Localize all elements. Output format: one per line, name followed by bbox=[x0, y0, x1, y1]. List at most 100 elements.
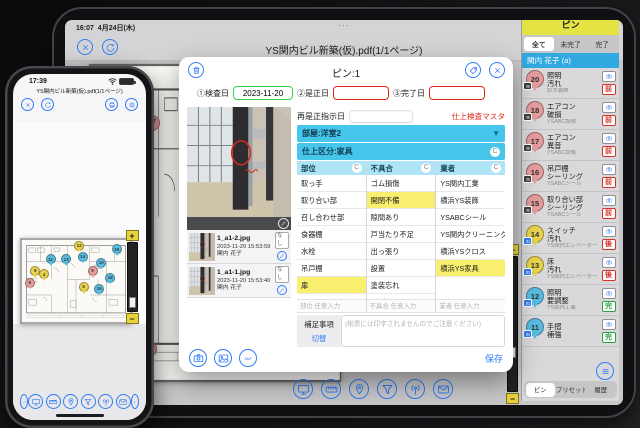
zoom-out-button[interactable]: − bbox=[126, 313, 139, 324]
pin-list-item[interactable]: 16吊戸棚シーリングYSABCシール前 bbox=[522, 161, 619, 192]
free-text-input[interactable] bbox=[367, 299, 436, 312]
option-item[interactable]: 隙間あり bbox=[367, 209, 436, 226]
modal-close-button[interactable] bbox=[489, 62, 505, 78]
option-item[interactable]: YS関内クリーニング bbox=[436, 226, 505, 243]
tab-complete[interactable]: 完了 bbox=[587, 37, 617, 51]
beacon-button[interactable] bbox=[405, 379, 425, 399]
camera-badge[interactable] bbox=[602, 71, 616, 82]
save-button[interactable]: 保存 bbox=[485, 352, 503, 365]
map-pin-10[interactable]: 10 bbox=[96, 258, 106, 268]
pin-list-item[interactable]: 11手摺補強完 bbox=[522, 316, 619, 347]
zoom-track[interactable] bbox=[127, 242, 138, 312]
option-item[interactable]: 塗装忘れ bbox=[367, 277, 436, 294]
photo-library-button[interactable] bbox=[214, 349, 232, 367]
clear-icon[interactable]: C bbox=[421, 163, 431, 173]
pdf-canvas[interactable]: 121811131410594815616 + − bbox=[13, 122, 146, 420]
tab-incomplete[interactable]: 未完了 bbox=[556, 37, 586, 51]
clear-icon[interactable]: C bbox=[490, 147, 500, 157]
measure-button[interactable] bbox=[321, 379, 341, 399]
option-item[interactable]: 召し合わせ部 bbox=[297, 209, 366, 226]
beacon-button[interactable] bbox=[98, 394, 113, 409]
room-select-bar[interactable]: 部屋:洋室2 ▼ bbox=[297, 125, 505, 142]
camera-badge[interactable] bbox=[602, 319, 616, 330]
option-item[interactable]: 取っ手 bbox=[297, 175, 366, 192]
option-item[interactable]: 戸当たり不足 bbox=[367, 226, 436, 243]
monitor-button[interactable] bbox=[28, 394, 43, 409]
camera-badge[interactable] bbox=[602, 226, 616, 237]
edit-photo-button[interactable] bbox=[277, 251, 287, 261]
close-button[interactable] bbox=[21, 98, 34, 111]
zoom-out-button[interactable]: − bbox=[506, 393, 519, 404]
map-pin-16[interactable]: 16 bbox=[94, 284, 104, 294]
camera-badge[interactable] bbox=[602, 133, 616, 144]
photo-list-item[interactable]: 1_a1-2.jpg2023-11-20 15:53:59関内 花子なし bbox=[187, 230, 291, 264]
category-select-bar[interactable]: 仕上区分:家具 C bbox=[297, 143, 505, 160]
inspection-date-input[interactable] bbox=[233, 86, 293, 100]
completion-date-input[interactable] bbox=[429, 86, 485, 100]
pin-list-item[interactable]: 12照明要調整YS関内工業完 bbox=[522, 285, 619, 316]
map-pin-15[interactable]: 15 bbox=[105, 273, 115, 283]
annotate-photo-button[interactable] bbox=[278, 218, 289, 229]
camera-badge[interactable] bbox=[602, 288, 616, 299]
floor-plan[interactable]: 121811131410594815616 bbox=[20, 238, 132, 324]
pin-list-item[interactable]: 18エアコン破損YSABC設備前 bbox=[522, 99, 619, 130]
tab-pin[interactable]: ピン bbox=[526, 383, 555, 397]
tag-button[interactable] bbox=[465, 62, 481, 78]
map-pin-5[interactable]: 5 bbox=[88, 266, 98, 276]
note-textarea[interactable] bbox=[341, 315, 505, 347]
mail-button[interactable] bbox=[433, 379, 453, 399]
recorrection-date-input[interactable] bbox=[349, 110, 413, 123]
tab-history[interactable]: 履歴 bbox=[586, 383, 615, 397]
pin-list-item[interactable]: 13床汚れYS関内エレベーター後 bbox=[522, 254, 619, 285]
option-item[interactable]: 出っ張り bbox=[367, 243, 436, 260]
finish-inspection-master-link[interactable]: 仕上検査マスタ bbox=[452, 111, 505, 122]
option-item[interactable]: 吊戸棚 bbox=[297, 260, 366, 277]
pin-list-menu-button[interactable] bbox=[596, 362, 614, 380]
pin-list-item[interactable]: 15取り合い部シーリングYSABCシール前 bbox=[522, 192, 619, 223]
pin-list-item[interactable]: 14スイッチ汚れYS関内エレベーター後 bbox=[522, 223, 619, 254]
home-indicator[interactable] bbox=[56, 414, 104, 418]
camera-badge[interactable] bbox=[602, 164, 616, 175]
option-item[interactable]: 横浜YS装飾 bbox=[436, 192, 505, 209]
measure-button[interactable] bbox=[46, 394, 61, 409]
settings-button[interactable] bbox=[125, 98, 138, 111]
tab-preset[interactable]: プリセット bbox=[556, 383, 585, 397]
monitor-button[interactable] bbox=[293, 379, 313, 399]
option-item[interactable]: ゴム損傷 bbox=[367, 175, 436, 192]
funnel-button[interactable] bbox=[81, 394, 96, 409]
pin-button[interactable] bbox=[63, 394, 78, 409]
note-toggle-button[interactable]: 切替 bbox=[312, 333, 327, 344]
panorama-360-button[interactable]: 360° bbox=[239, 349, 257, 367]
zoom-slider[interactable]: + − bbox=[125, 230, 139, 324]
option-item[interactable]: 設置 bbox=[367, 260, 436, 277]
mail-button[interactable] bbox=[116, 394, 131, 409]
zoom-thumb[interactable] bbox=[129, 297, 136, 308]
option-item[interactable]: 水栓 bbox=[297, 243, 366, 260]
map-pin-8[interactable]: 8 bbox=[25, 278, 35, 288]
zoom-in-button[interactable]: + bbox=[126, 230, 139, 241]
free-text-input[interactable] bbox=[297, 299, 366, 312]
option-item[interactable]: YS関内工業 bbox=[436, 175, 505, 192]
annotate-button[interactable] bbox=[20, 394, 28, 409]
camera-badge[interactable] bbox=[602, 102, 616, 113]
menu-button[interactable] bbox=[131, 394, 139, 409]
refresh-button[interactable] bbox=[102, 39, 118, 55]
edit-photo-button[interactable] bbox=[277, 285, 287, 295]
clear-icon[interactable]: C bbox=[352, 163, 362, 173]
option-item[interactable]: 横浜YSクロス bbox=[436, 243, 505, 260]
map-pin-12[interactable]: 12 bbox=[74, 241, 84, 251]
map-pin-13[interactable]: 13 bbox=[61, 254, 71, 264]
option-item[interactable]: 横浜YS家具 bbox=[436, 260, 505, 277]
defect-photo[interactable] bbox=[187, 107, 291, 217]
map-pin-18[interactable]: 18 bbox=[112, 244, 122, 254]
option-item[interactable]: 取り合い部 bbox=[297, 192, 366, 209]
map-pin-6[interactable]: 6 bbox=[79, 282, 89, 292]
pin-list-item[interactable]: 20照明汚れ鈴木装飾前 bbox=[522, 68, 619, 99]
map-pin-11[interactable]: 11 bbox=[46, 254, 56, 264]
correction-date-input[interactable] bbox=[333, 86, 389, 100]
pin-list-item[interactable]: 17エアコン異音YSABC設備前 bbox=[522, 130, 619, 161]
pin-button[interactable] bbox=[349, 379, 369, 399]
photo-list-item[interactable]: 1_a1-1.jpg2023-11-20 15:53:40関内 花子なし bbox=[187, 264, 291, 298]
funnel-button[interactable] bbox=[377, 379, 397, 399]
tab-all[interactable]: 全て bbox=[524, 37, 554, 51]
